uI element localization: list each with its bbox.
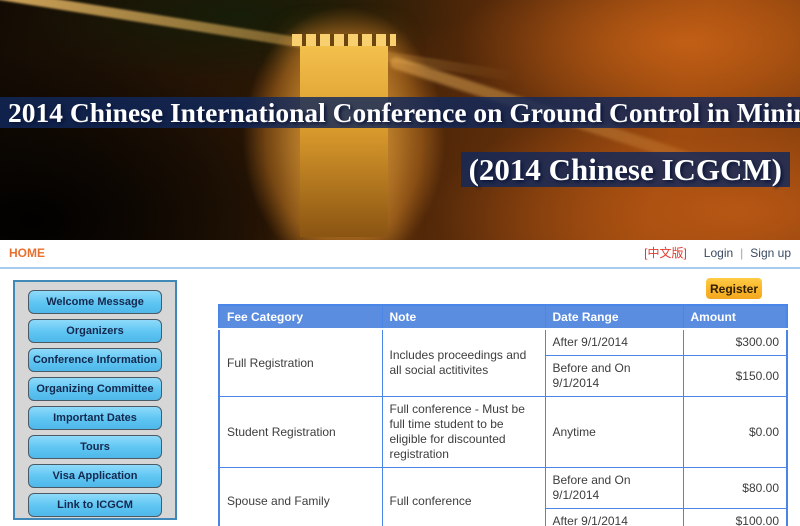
register-button[interactable]: Register xyxy=(706,278,762,299)
great-wall-banner-photo: 2014 Chinese International Conference on… xyxy=(0,0,800,240)
cell-amount: $150.00 xyxy=(682,355,788,397)
sidebar-item-welcome-message[interactable]: Welcome Message xyxy=(28,290,162,314)
cell-date-range: Before and On 9/1/2014 xyxy=(544,467,684,509)
cell-date-range: Before and On 9/1/2014 xyxy=(544,355,684,397)
home-link[interactable]: HOME xyxy=(9,246,45,260)
signup-link[interactable]: Sign up xyxy=(750,246,791,260)
header-fee-category: Fee Category xyxy=(218,304,383,330)
cell-amount: $80.00 xyxy=(682,467,788,509)
sidebar-menu: Welcome Message Organizers Conference In… xyxy=(13,280,177,520)
table-row: Student Registration Full conference - M… xyxy=(218,396,788,468)
cell-category-spouse-and-family: Spouse and Family xyxy=(218,467,383,526)
header-note: Note xyxy=(381,304,546,330)
navbar-right-links: [中文版] Login | Sign up xyxy=(644,244,791,261)
cell-note-spouse-and-family: Full conference xyxy=(381,467,546,526)
sidebar-item-link-to-icgcm[interactable]: Link to ICGCM xyxy=(28,493,162,517)
sidebar-item-important-dates[interactable]: Important Dates xyxy=(28,406,162,430)
top-navbar: HOME [中文版] Login | Sign up xyxy=(0,240,800,265)
conference-title-line2: (2014 Chinese ICGCM) xyxy=(460,150,790,190)
cell-amount: $100.00 xyxy=(682,508,788,526)
table-row: Full Registration Includes proceedings a… xyxy=(218,328,788,397)
great-wall-tower-decoration xyxy=(292,34,396,237)
fee-table-header-row: Fee Category Note Date Range Amount xyxy=(218,304,788,330)
cell-date-range: Anytime xyxy=(544,396,684,468)
cell-amount: $0.00 xyxy=(682,396,788,468)
login-link[interactable]: Login xyxy=(704,246,733,260)
fee-table: Fee Category Note Date Range Amount Full… xyxy=(218,304,788,526)
sidebar-item-visa-application[interactable]: Visa Application xyxy=(28,464,162,488)
nav-separator: | xyxy=(740,245,744,260)
cell-amount: $300.00 xyxy=(682,328,788,356)
table-row: Spouse and Family Full conference Before… xyxy=(218,467,788,526)
cell-date-range: After 9/1/2014 xyxy=(544,508,684,526)
chinese-version-link[interactable]: [中文版] xyxy=(644,244,687,261)
sidebar-item-organizing-committee[interactable]: Organizing Committee xyxy=(28,377,162,401)
sidebar-item-tours[interactable]: Tours xyxy=(28,435,162,459)
page-content: Welcome Message Organizers Conference In… xyxy=(0,269,800,526)
cell-note-student-registration: Full conference - Must be full time stud… xyxy=(381,396,546,468)
cell-category-student-registration: Student Registration xyxy=(218,396,383,468)
sidebar-item-conference-information[interactable]: Conference Information xyxy=(28,348,162,372)
header-date-range: Date Range xyxy=(544,304,684,330)
cell-date-range: After 9/1/2014 xyxy=(544,328,684,356)
header-amount: Amount xyxy=(682,304,788,330)
conference-title-line1: 2014 Chinese International Conference on… xyxy=(0,96,800,130)
cell-category-full-registration: Full Registration xyxy=(218,328,383,397)
cell-note-full-registration: Includes proceedings and all social acti… xyxy=(381,328,546,397)
sidebar-item-organizers[interactable]: Organizers xyxy=(28,319,162,343)
great-wall-ridge-decoration xyxy=(0,0,518,82)
